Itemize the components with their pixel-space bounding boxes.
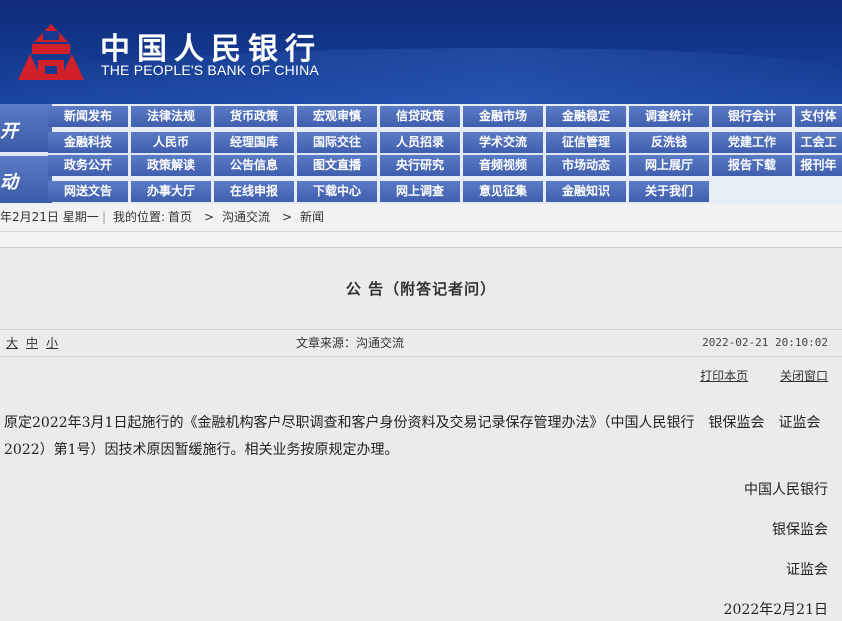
breadcrumb-date: 年2月21日 星期一 xyxy=(0,210,99,224)
nav-treasury[interactable]: 经理国库 xyxy=(214,132,294,153)
nav-reports[interactable]: 报告下载 xyxy=(712,155,792,176)
nav-party-building[interactable]: 党建工作 xyxy=(712,132,792,153)
nav-statistics[interactable]: 调查统计 xyxy=(629,106,709,127)
nav-payment[interactable]: 支付体 xyxy=(795,106,842,127)
header-banner: 中国人民银行 THE PEOPLE'S BANK OF CHINA xyxy=(0,0,842,104)
breadcrumb-home-link[interactable]: 首页 xyxy=(168,204,192,231)
nav-union[interactable]: 工会工 xyxy=(795,132,842,153)
article-datetime: 2022-02-21 20:10:02 xyxy=(702,336,828,349)
signature-date: 2022年2月21日 xyxy=(723,602,828,618)
nav-periodicals[interactable]: 报刊年 xyxy=(795,155,842,176)
nav-section-public[interactable]: 开 xyxy=(0,104,52,152)
nav-anti-money-laundering[interactable]: 反洗钱 xyxy=(629,132,709,153)
nav-section-public-label: 开 xyxy=(0,121,18,142)
nav-section-interact-label: 动 xyxy=(0,172,18,193)
breadcrumb: 年2月21日 星期一 | 我的位置: 首页 > 沟通交流 > 新闻 xyxy=(0,204,842,232)
nav-feedback[interactable]: 意见征集 xyxy=(463,181,543,202)
nav-documents[interactable]: 网送文告 xyxy=(48,181,128,202)
signature-pboc: 中国人民银行 xyxy=(744,482,828,498)
nav-financial-knowledge[interactable]: 金融知识 xyxy=(546,181,626,202)
nav-credit-reference[interactable]: 征信管理 xyxy=(546,132,626,153)
nav-policy-interpretation[interactable]: 政策解读 xyxy=(131,155,211,176)
font-size-small-link[interactable]: 小 xyxy=(46,336,58,350)
nav-financial-stability[interactable]: 金融稳定 xyxy=(546,106,626,127)
breadcrumb-communication-link[interactable]: 沟通交流 xyxy=(222,204,270,231)
pboc-emblem-icon[interactable] xyxy=(14,20,88,84)
article-body: 原定2022年3月1日起施行的《金融机构客户尽职调查和客户身份资料及交易记录保存… xyxy=(4,410,834,464)
nav-fintech[interactable]: 金融科技 xyxy=(48,132,128,153)
nav-market-news[interactable]: 市场动态 xyxy=(546,155,626,176)
main-nav: 开 动 新闻发布 法律法规 货币政策 宏观审慎 信贷政策 金融市场 金融稳定 调… xyxy=(0,104,842,204)
nav-accounting[interactable]: 银行会计 xyxy=(712,106,792,127)
breadcrumb-sep-icon: > xyxy=(204,210,215,224)
nav-academic[interactable]: 学术交流 xyxy=(463,132,543,153)
nav-rmb[interactable]: 人民币 xyxy=(131,132,211,153)
signature-cbirc: 银保监会 xyxy=(772,522,828,538)
article-tools: 打印本页 关闭窗口 xyxy=(672,367,828,384)
nav-research[interactable]: 央行研究 xyxy=(380,155,460,176)
nav-online-exhibition[interactable]: 网上展厅 xyxy=(629,155,709,176)
bank-name-en: THE PEOPLE'S BANK OF CHINA xyxy=(101,62,319,78)
print-link[interactable]: 打印本页 xyxy=(700,369,748,383)
nav-macroprudential[interactable]: 宏观审慎 xyxy=(297,106,377,127)
nav-section-interact[interactable]: 动 xyxy=(0,155,52,203)
nav-download-center[interactable]: 下载中心 xyxy=(297,181,377,202)
nav-credit-policy[interactable]: 信贷政策 xyxy=(380,106,460,127)
nav-laws[interactable]: 法律法规 xyxy=(131,106,211,127)
nav-online-survey[interactable]: 网上调查 xyxy=(380,181,460,202)
nav-international[interactable]: 国际交往 xyxy=(297,132,377,153)
nav-service-hall[interactable]: 办事大厅 xyxy=(131,181,211,202)
breadcrumb-location-label: 我的位置: xyxy=(113,210,166,224)
close-window-link[interactable]: 关闭窗口 xyxy=(780,369,828,383)
nav-financial-market[interactable]: 金融市场 xyxy=(463,106,543,127)
nav-media[interactable]: 音频视频 xyxy=(463,155,543,176)
nav-about[interactable]: 关于我们 xyxy=(629,181,709,202)
breadcrumb-sep-icon: > xyxy=(282,210,293,224)
nav-monetary-policy[interactable]: 货币政策 xyxy=(214,106,294,127)
font-size-controls: 大中小 xyxy=(6,330,66,356)
nav-announcements[interactable]: 公告信息 xyxy=(214,155,294,176)
article-paragraph-line: 原定2022年3月1日起施行的《金融机构客户尽职调查和客户身份资料及交易记录保存… xyxy=(4,415,821,431)
article-title: 公 告（附答记者问） xyxy=(345,280,497,298)
nav-government-affairs[interactable]: 政务公开 xyxy=(48,155,128,176)
breadcrumb-divider: | xyxy=(102,210,107,224)
nav-live[interactable]: 图文直播 xyxy=(297,155,377,176)
font-size-large-link[interactable]: 大 xyxy=(6,336,18,350)
article-meta-bar: 大中小 文章来源：沟通交流 2022-02-21 20:10:02 xyxy=(0,329,842,357)
font-size-medium-link[interactable]: 中 xyxy=(26,336,38,350)
nav-news[interactable]: 新闻发布 xyxy=(48,106,128,127)
nav-recruitment[interactable]: 人员招录 xyxy=(380,132,460,153)
article-source: 文章来源：沟通交流 xyxy=(296,336,405,350)
signature-csrc: 证监会 xyxy=(786,562,828,578)
breadcrumb-news-link[interactable]: 新闻 xyxy=(300,204,324,231)
content-top-bar xyxy=(0,232,842,248)
article-paragraph-line: 2022）第1号）因技术原因暂缓施行。相关业务按原规定办理。 xyxy=(4,442,399,458)
nav-online-declaration[interactable]: 在线申报 xyxy=(214,181,294,202)
